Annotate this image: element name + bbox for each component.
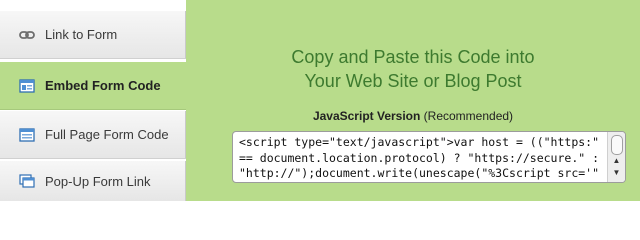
code-box: ▲ ▼ [232, 131, 626, 183]
embed-window-icon [19, 78, 35, 93]
sidebar-item-full-page-form-code[interactable]: Full Page Form Code [0, 111, 186, 159]
heading-line-2: Your Web Site or Blog Post [304, 71, 522, 91]
version-note: (Recommended) [423, 109, 514, 123]
sidebar-item-embed-form-code[interactable]: Embed Form Code [0, 62, 186, 110]
scroll-thumb[interactable] [611, 135, 623, 155]
embed-code-textarea[interactable] [233, 132, 607, 182]
sidebar-item-link-to-form[interactable]: Link to Form [0, 11, 186, 59]
embed-code-panel: Copy and Paste this Code into Your Web S… [186, 0, 640, 201]
sidebar-item-label: Pop-Up Form Link [45, 173, 151, 189]
chain-link-icon [19, 28, 35, 42]
scroll-down-arrow-icon[interactable]: ▼ [608, 168, 625, 178]
sidebar-item-label: Full Page Form Code [45, 127, 169, 142]
sidebar: Link to Form Embed Form Code Full Page F… [0, 0, 186, 201]
version-label: JavaScript Version [312, 109, 421, 123]
code-scrollbar[interactable]: ▲ ▼ [607, 132, 625, 182]
sidebar-item-label: Embed Form Code [45, 78, 161, 93]
page-form-icon [19, 127, 35, 142]
popup-window-icon [19, 174, 35, 188]
heading-line-1: Copy and Paste this Code into [291, 47, 535, 67]
sidebar-item-pop-up-form-link[interactable]: Pop-Up Form Link [0, 161, 186, 201]
sidebar-item-label: Link to Form [45, 27, 118, 42]
version-caption: JavaScript Version (Recommended) [186, 109, 640, 123]
panel-heading: Copy and Paste this Code into Your Web S… [186, 45, 640, 93]
scroll-up-arrow-icon[interactable]: ▲ [608, 156, 625, 166]
